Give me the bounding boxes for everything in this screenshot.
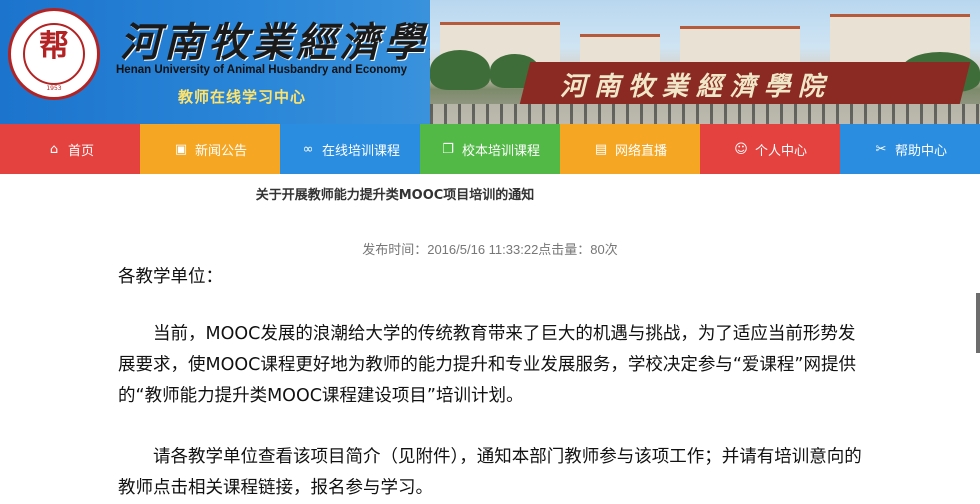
banner-brand-area: 帮 1953 河南牧業經濟學院 Henan University of Anim… xyxy=(0,0,468,124)
page-scrollbar[interactable] xyxy=(976,293,980,353)
nav-item-live[interactable]: ▤ 网络直播 xyxy=(560,124,700,174)
nav-item-home[interactable]: ⌂ 首页 xyxy=(0,124,140,174)
gate-fence xyxy=(430,104,980,124)
news-icon: ▣ xyxy=(174,141,188,157)
user-icon: ☺ xyxy=(734,141,748,157)
tools-icon: ✂ xyxy=(875,141,887,157)
article-title: 关于开展教师能力提升类MOOC项目培训的通知 xyxy=(255,188,535,203)
university-name-en: Henan University of Animal Husbandry and… xyxy=(116,64,407,76)
article-body: 各教学单位： 当前，MOOC发展的浪潮给大学的传统教育带来了巨大的机遇与挑战，为… xyxy=(118,258,863,504)
nav-item-label: 网络直播 xyxy=(614,143,667,159)
nav-item-label: 校本培训课程 xyxy=(461,143,540,159)
nav-item-label: 帮助中心 xyxy=(894,143,947,159)
nav-item-help-center[interactable]: ✂ 帮助中心 xyxy=(840,124,980,174)
university-name-cn: 河南牧業經濟學院 xyxy=(120,19,472,66)
site-subtitle: 教师在线学习中心 xyxy=(178,88,307,106)
nav-item-label: 个人中心 xyxy=(754,143,807,159)
nav-item-news[interactable]: ▣ 新闻公告 xyxy=(140,124,280,174)
article-meta: 发布时间：2016/5/16 11:33:22点击量：80次 xyxy=(362,242,618,257)
nav-item-label: 在线培训课程 xyxy=(321,143,400,159)
live-icon: ▤ xyxy=(594,141,608,157)
university-seal-logo[interactable]: 帮 1953 xyxy=(8,8,100,100)
article-salutation: 各教学单位： xyxy=(118,267,223,287)
article-paragraph: 当前，MOOC发展的浪潮给大学的传统教育带来了巨大的机遇与挑战，为了适应当前形势… xyxy=(118,324,856,406)
copy-icon: ❐ xyxy=(442,141,454,157)
link-icon: ∞ xyxy=(302,141,314,157)
site-banner: 帮 1953 河南牧業經濟學院 Henan University of Anim… xyxy=(0,0,980,124)
campus-gate-photo: 河南牧業經濟學院 xyxy=(430,0,980,124)
nav-item-label: 新闻公告 xyxy=(194,143,247,159)
gate-wall-inscription: 河南牧業經濟學院 xyxy=(560,72,833,102)
campus-tree xyxy=(430,50,490,90)
nav-item-personal-center[interactable]: ☺ 个人中心 xyxy=(700,124,840,174)
nav-item-online-courses[interactable]: ∞ 在线培训课程 xyxy=(280,124,420,174)
seal-glyph: 帮 xyxy=(39,29,69,64)
nav-item-school-courses[interactable]: ❐ 校本培训课程 xyxy=(420,124,560,174)
nav-item-label: 首页 xyxy=(67,143,94,159)
home-icon: ⌂ xyxy=(49,141,59,157)
seal-year: 1953 xyxy=(46,85,62,92)
article-paragraph: 请各教学单位查看该项目简介（见附件），通知本部门教师参与该项工作；并请有培训意向… xyxy=(118,447,862,498)
main-nav: ⌂ 首页 ▣ 新闻公告 ∞ 在线培训课程 ❐ 校本培训课程 ▤ 网络直播 ☺ 个… xyxy=(0,124,980,174)
